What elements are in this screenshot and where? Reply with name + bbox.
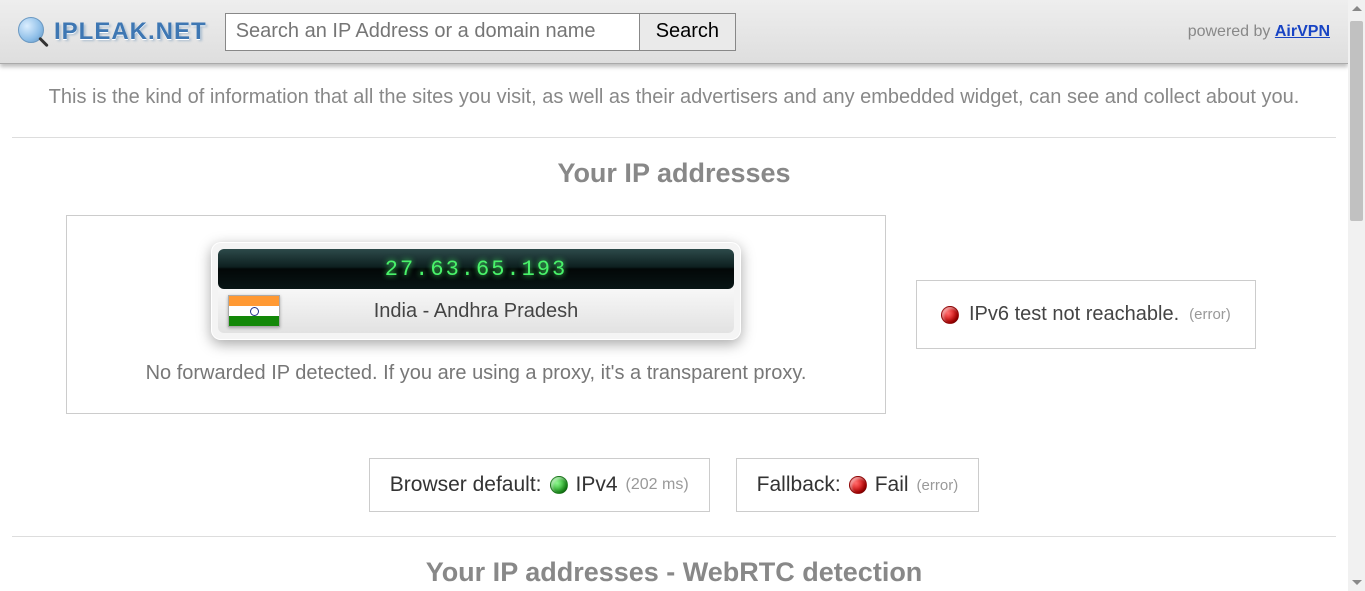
- powered-prefix: powered by: [1188, 23, 1275, 40]
- scroll-track[interactable]: [1348, 17, 1365, 574]
- airvpn-link[interactable]: AirVPN: [1275, 23, 1330, 40]
- ip-card: 27.63.65.193 India - Andhra Pradesh No f…: [66, 215, 886, 414]
- powered-by: powered by AirVPN: [1188, 23, 1330, 41]
- site-logo[interactable]: IPLEAK.NET: [18, 17, 207, 47]
- webrtc-section-heading: Your IP addresses - WebRTC detection: [6, 557, 1342, 588]
- main-content: This is the kind of information that all…: [0, 64, 1348, 588]
- protocol-row: Browser default: IPv4 (202 ms) Fallback:…: [6, 458, 1342, 512]
- header-bar: IPLEAK.NET Search powered by AirVPN: [0, 0, 1348, 64]
- status-dot-green-icon: [550, 476, 568, 494]
- fallback-error-suffix: (error): [917, 477, 959, 494]
- browser-default-ms: (202 ms): [626, 476, 689, 494]
- ipv6-status-text: IPv6 test not reachable.: [969, 303, 1179, 326]
- browser-default-value: IPv4: [576, 473, 618, 497]
- browser-default-box: Browser default: IPv4 (202 ms): [369, 458, 710, 512]
- status-dot-red-icon: [849, 476, 867, 494]
- ipv6-error-suffix: (error): [1189, 306, 1231, 323]
- ip-location: India - Andhra Pradesh: [374, 300, 579, 323]
- ipv6-status-box: IPv6 test not reachable. (error): [916, 280, 1256, 349]
- search-button[interactable]: Search: [639, 13, 736, 51]
- search-input[interactable]: [225, 13, 640, 51]
- status-dot-red-icon: [941, 306, 959, 324]
- ip-address: 27.63.65.193: [218, 249, 734, 289]
- scroll-down-button[interactable]: [1348, 574, 1365, 591]
- fallback-box: Fallback: Fail (error): [736, 458, 980, 512]
- ip-row: 27.63.65.193 India - Andhra Pradesh No f…: [6, 215, 1342, 434]
- divider: [12, 536, 1336, 537]
- logo-text: IPLEAK.NET: [54, 18, 207, 46]
- ip-badge: 27.63.65.193 India - Andhra Pradesh: [211, 242, 741, 340]
- intro-text: This is the kind of information that all…: [6, 64, 1342, 137]
- chevron-down-icon: [1352, 580, 1362, 585]
- fallback-value: Fail: [875, 473, 909, 497]
- fallback-label: Fallback:: [757, 473, 841, 497]
- flag-india-icon: [228, 295, 280, 327]
- ip-section-heading: Your IP addresses: [6, 158, 1342, 189]
- magnify-globe-icon: [18, 17, 48, 47]
- scroll-thumb[interactable]: [1350, 21, 1363, 221]
- browser-default-label: Browser default:: [390, 473, 542, 497]
- chevron-up-icon: [1352, 6, 1362, 11]
- ip-location-row: India - Andhra Pradesh: [218, 289, 734, 333]
- vertical-scrollbar[interactable]: [1348, 0, 1365, 591]
- divider: [12, 137, 1336, 138]
- scroll-up-button[interactable]: [1348, 0, 1365, 17]
- proxy-note: No forwarded IP detected. If you are usi…: [89, 362, 863, 385]
